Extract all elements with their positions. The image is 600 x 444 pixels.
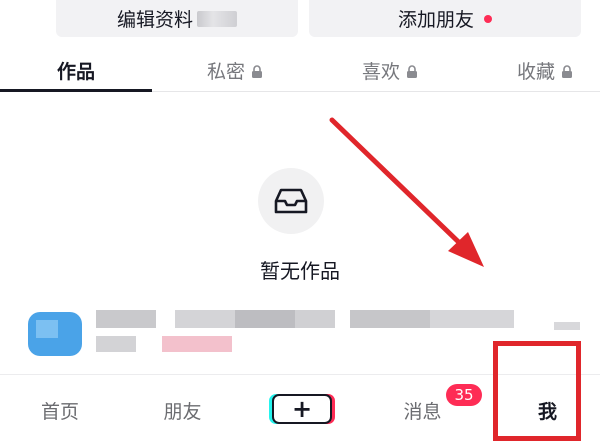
lock-icon — [407, 64, 417, 78]
redacted-block — [235, 310, 295, 328]
add-friend-button[interactable]: 添加朋友 — [309, 0, 581, 37]
inbox-icon — [274, 188, 308, 214]
redacted-block — [350, 310, 430, 328]
redacted-block — [430, 310, 514, 328]
nav-home-label: 首页 — [40, 400, 79, 423]
redacted-recommendation-row — [0, 298, 600, 364]
blurred-profile-progress — [197, 10, 237, 27]
tab-private[interactable]: 私密 — [180, 48, 290, 92]
plus-icon: + — [272, 394, 332, 424]
tab-label: 喜欢 — [361, 60, 400, 83]
lock-icon — [252, 64, 262, 78]
tab-favorites[interactable]: 收藏 — [490, 48, 600, 92]
tab-likes[interactable]: 喜欢 — [335, 48, 445, 92]
redacted-block — [36, 320, 58, 338]
tab-label: 收藏 — [516, 60, 555, 83]
nav-friends[interactable]: 朋友 — [120, 375, 245, 444]
nav-messages-label: 消息 — [403, 400, 442, 423]
active-tab-indicator — [0, 89, 152, 92]
nav-home[interactable]: 首页 — [0, 375, 120, 444]
nav-friends-label: 朋友 — [163, 400, 202, 423]
edit-profile-label: 编辑资料 — [116, 9, 193, 31]
redacted-block — [96, 336, 136, 352]
edit-profile-button[interactable]: 编辑资料 — [56, 0, 298, 37]
redacted-block — [554, 322, 580, 330]
tab-works[interactable]: 作品 — [0, 48, 152, 92]
profile-actions: 编辑资料 添加朋友 — [0, 0, 600, 40]
profile-tabs: 作品 私密 喜欢 收藏 — [0, 48, 600, 92]
create-button[interactable]: + — [269, 394, 335, 424]
redacted-block — [96, 310, 156, 328]
redacted-block — [162, 336, 232, 352]
redacted-block — [175, 310, 235, 328]
notification-dot — [484, 14, 492, 23]
redacted-block — [295, 310, 335, 328]
lock-icon — [562, 64, 572, 78]
tab-label: 作品 — [56, 60, 95, 83]
tab-label: 私密 — [206, 60, 245, 83]
messages-badge: 35 — [446, 384, 482, 406]
nav-me-label: 我 — [537, 400, 557, 423]
empty-state-icon-wrap — [258, 168, 324, 234]
nav-me[interactable]: 我 — [495, 375, 600, 444]
empty-state-text: 暂无作品 — [260, 259, 340, 283]
add-friend-label: 添加朋友 — [397, 9, 474, 31]
